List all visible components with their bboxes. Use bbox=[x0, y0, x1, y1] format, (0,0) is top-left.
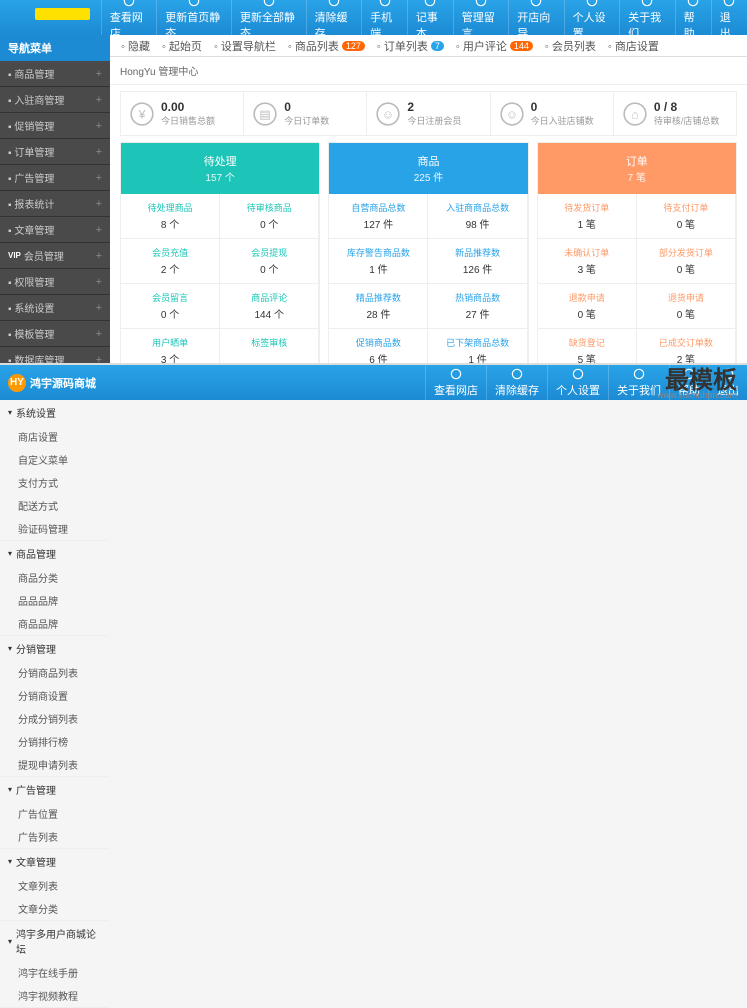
sidebar-item[interactable]: ▪ 系统设置+ bbox=[0, 295, 110, 321]
sidebar-subitem[interactable]: 配送方式 bbox=[0, 494, 109, 517]
sidebar-title: 导航菜单 bbox=[0, 35, 110, 61]
tab[interactable]: ◦ 商品列表127 bbox=[282, 35, 371, 57]
sidebar-item[interactable]: ▪ 文章管理+ bbox=[0, 217, 110, 243]
header-icon[interactable]: 查看网店 bbox=[425, 365, 486, 400]
sidebar-group-head[interactable]: 商品管理 bbox=[0, 541, 109, 566]
stat-item: ☺2今日注册会员 bbox=[367, 92, 490, 135]
breadcrumb: HongYu 管理中心 bbox=[110, 57, 747, 85]
sidebar-group-head[interactable]: 广告管理 bbox=[0, 777, 109, 802]
sidebar-group-head[interactable]: 分销管理 bbox=[0, 636, 109, 661]
card-cell[interactable]: 会员充值2 个 bbox=[121, 239, 220, 284]
main-1: ◦ 隐藏◦ 起始页◦ 设置导航栏◦ 商品列表127◦ 订单列表7◦ 用户评论14… bbox=[110, 35, 747, 363]
card-cell[interactable]: 商品评论144 个 bbox=[220, 284, 319, 329]
sidebar-item[interactable]: ▪ 广告管理+ bbox=[0, 165, 110, 191]
sidebar-subitem[interactable]: 文章列表 bbox=[0, 874, 109, 897]
logo-area bbox=[0, 0, 101, 35]
sidebar-subitem[interactable]: 商品分类 bbox=[0, 566, 109, 589]
sidebar-subitem[interactable]: 商店设置 bbox=[0, 425, 109, 448]
card-cell[interactable]: 用户晒单3 个 bbox=[121, 329, 220, 363]
sidebar-subitem[interactable]: 广告位置 bbox=[0, 802, 109, 825]
card-cell[interactable]: 缺货登记5 笔 bbox=[538, 329, 637, 363]
sidebar-subitem[interactable]: 鸿宇视频教程 bbox=[0, 984, 109, 1007]
header-1: 查看网店更新首页静态更新全部静态清除缓存手机端记事本管理留言开店向导个人设置关于… bbox=[0, 0, 747, 35]
tab[interactable]: ◦ 用户评论144 bbox=[450, 35, 539, 57]
sidebar-item[interactable]: ▪ 模板管理+ bbox=[0, 321, 110, 347]
cards-row: 待处理157 个待处理商品8 个待审核商品0 个会员充值2 个会员提现0 个会员… bbox=[120, 142, 737, 363]
card-cell[interactable]: 退货申请0 笔 bbox=[637, 284, 736, 329]
card-cell[interactable]: 自营商品总数127 件 bbox=[329, 194, 428, 239]
sidebar-group-head[interactable]: 鸿宇多用户商城论坛 bbox=[0, 921, 109, 961]
stats-row: ¥0.00今日销售总额▤0今日订单数☺2今日注册会员☺0今日入驻店铺数⌂0 / … bbox=[120, 91, 737, 136]
logo-text: 鸿宇源码商城 bbox=[30, 375, 96, 391]
sidebar-subitem[interactable]: 分销商设置 bbox=[0, 684, 109, 707]
sidebar-subitem[interactable]: 商品品牌 bbox=[0, 612, 109, 635]
stat-item: ¥0.00今日销售总额 bbox=[121, 92, 244, 135]
tab[interactable]: ◦ 商店设置 bbox=[602, 35, 665, 57]
card-cell[interactable]: 已成交订单数2 笔 bbox=[637, 329, 736, 363]
sidebar-item[interactable]: VIP会员管理+ bbox=[0, 243, 110, 269]
stat-item: ☺0今日入驻店铺数 bbox=[491, 92, 614, 135]
card-cell[interactable]: 会员留言0 个 bbox=[121, 284, 220, 329]
sidebar-subitem[interactable]: 支付方式 bbox=[0, 471, 109, 494]
sidebar-item[interactable]: ▪ 订单管理+ bbox=[0, 139, 110, 165]
card-cell[interactable]: 部分发货订单0 笔 bbox=[637, 239, 736, 284]
logo-badge: HY bbox=[8, 374, 26, 392]
header-icon[interactable]: 个人设置 bbox=[547, 365, 608, 400]
sidebar-subitem[interactable]: 验证码管理 bbox=[0, 517, 109, 540]
card-cell[interactable]: 新品推荐数126 件 bbox=[428, 239, 527, 284]
card-cell[interactable]: 退款申请0 笔 bbox=[538, 284, 637, 329]
sidebar-item[interactable]: ▪ 商品管理+ bbox=[0, 61, 110, 87]
header-icon[interactable]: 清除缓存 bbox=[486, 365, 547, 400]
sidebar-subitem[interactable]: 鸿宇在线手册 bbox=[0, 961, 109, 984]
svg-text:¥: ¥ bbox=[138, 107, 146, 121]
watermark-url: www.zuimoban.com bbox=[657, 390, 737, 400]
card-cell[interactable]: 待发货订单1 笔 bbox=[538, 194, 637, 239]
logo-2: HY 鸿宇源码商城 bbox=[0, 365, 110, 400]
dashboard-card: 订单7 笔待发货订单1 笔待支付订单0 笔未确认订单3 笔部分发货订单0 笔退款… bbox=[537, 142, 737, 363]
tab[interactable]: ◦ 订单列表7 bbox=[371, 35, 450, 57]
card-cell[interactable]: 已下架商品总数1 件 bbox=[428, 329, 527, 363]
tab-bar: ◦ 隐藏◦ 起始页◦ 设置导航栏◦ 商品列表127◦ 订单列表7◦ 用户评论14… bbox=[110, 35, 747, 57]
dashboard-card: 商品225 件自营商品总数127 件入驻商商品总数98 件库存警告商品数1 件新… bbox=[328, 142, 528, 363]
sidebar-item[interactable]: ▪ 权限管理+ bbox=[0, 269, 110, 295]
stat-item: ⌂0 / 8待审核/店铺总数 bbox=[614, 92, 736, 135]
dashboard-card: 待处理157 个待处理商品8 个待审核商品0 个会员充值2 个会员提现0 个会员… bbox=[120, 142, 320, 363]
card-cell[interactable]: 待支付订单0 笔 bbox=[637, 194, 736, 239]
sidebar-subitem[interactable]: 分销商品列表 bbox=[0, 661, 109, 684]
svg-text:⌂: ⌂ bbox=[631, 107, 638, 121]
svg-text:▤: ▤ bbox=[260, 107, 271, 121]
card-cell[interactable]: 精品推荐数28 件 bbox=[329, 284, 428, 329]
sidebar-subitem[interactable]: 自定义菜单 bbox=[0, 448, 109, 471]
card-cell[interactable]: 待审核商品0 个 bbox=[220, 194, 319, 239]
card-cell[interactable]: 库存警告商品数1 件 bbox=[329, 239, 428, 284]
sidebar-group-head[interactable]: 系统设置 bbox=[0, 400, 109, 425]
sidebar-1: 导航菜单 ▪ 商品管理+▪ 入驻商管理+▪ 促销管理+▪ 订单管理+▪ 广告管理… bbox=[0, 35, 110, 363]
sidebar-subitem[interactable]: 文章分类 bbox=[0, 897, 109, 920]
sidebar-item[interactable]: ▪ 报表统计+ bbox=[0, 191, 110, 217]
sidebar-item[interactable]: ▪ 数据库管理+ bbox=[0, 347, 110, 365]
card-cell[interactable]: 促销商品数6 件 bbox=[329, 329, 428, 363]
tab[interactable]: ◦ 起始页 bbox=[156, 35, 208, 57]
card-cell[interactable]: 会员提现0 个 bbox=[220, 239, 319, 284]
sidebar-subitem[interactable]: 品品品牌 bbox=[0, 589, 109, 612]
sidebar-subitem[interactable]: 广告列表 bbox=[0, 825, 109, 848]
svg-text:☺: ☺ bbox=[506, 107, 518, 121]
tab[interactable]: ◦ 隐藏 bbox=[115, 35, 156, 57]
sidebar-item[interactable]: ▪ 促销管理+ bbox=[0, 113, 110, 139]
sidebar-item[interactable]: ▪ 入驻商管理+ bbox=[0, 87, 110, 113]
tab[interactable]: ◦ 设置导航栏 bbox=[208, 35, 282, 57]
card-cell[interactable]: 热销商品数27 件 bbox=[428, 284, 527, 329]
svg-text:☺: ☺ bbox=[382, 107, 394, 121]
card-cell[interactable]: 未确认订单3 笔 bbox=[538, 239, 637, 284]
sidebar-subitem[interactable]: 分销排行榜 bbox=[0, 730, 109, 753]
tab[interactable]: ◦ 会员列表 bbox=[539, 35, 602, 57]
card-cell[interactable]: 待处理商品8 个 bbox=[121, 194, 220, 239]
sidebar-subitem[interactable]: 提现申请列表 bbox=[0, 753, 109, 776]
sidebar-subitem[interactable]: 分成分销列表 bbox=[0, 707, 109, 730]
header-2: HY 鸿宇源码商城 查看网店清除缓存个人设置关于我们帮助退出 bbox=[0, 365, 747, 400]
card-cell[interactable]: 入驻商商品总数98 件 bbox=[428, 194, 527, 239]
stat-item: ▤0今日订单数 bbox=[244, 92, 367, 135]
card-cell[interactable]: 标签审核 bbox=[220, 329, 319, 363]
sidebar-group-head[interactable]: 文章管理 bbox=[0, 849, 109, 874]
